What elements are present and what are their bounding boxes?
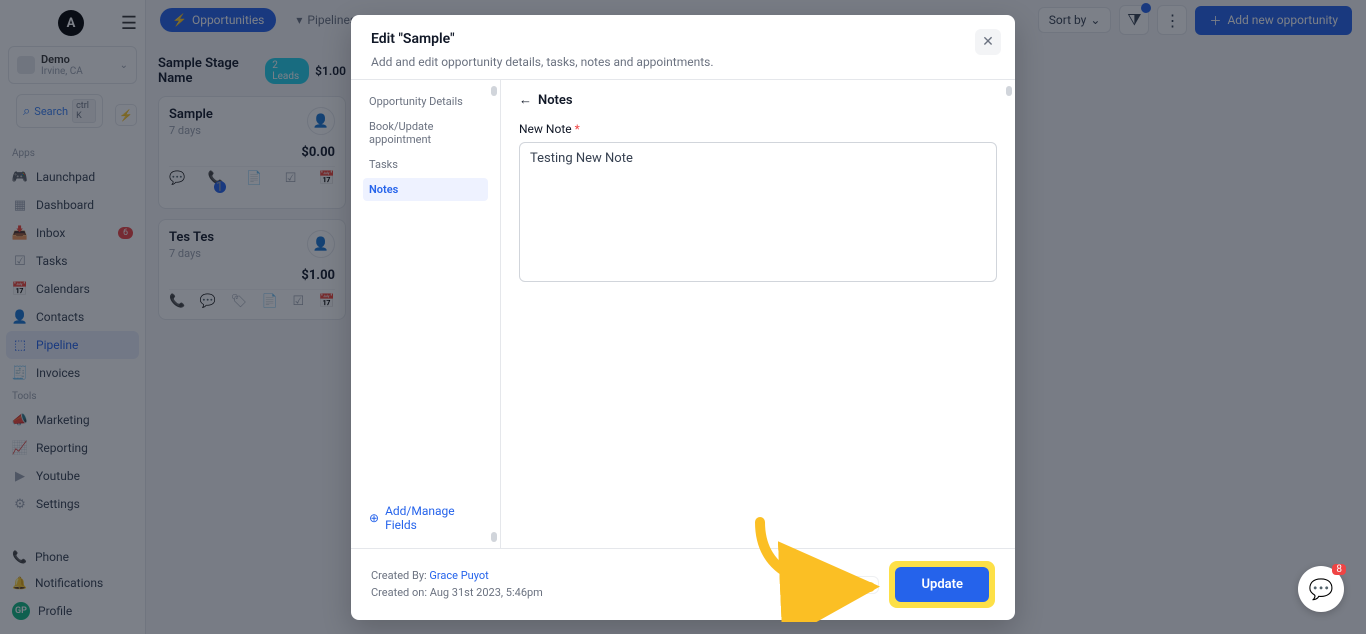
scrollbar-bottom-icon[interactable]	[491, 532, 497, 542]
tab-notes[interactable]: Notes	[363, 178, 488, 201]
modal-subtitle: Add and edit opportunity details, tasks,…	[371, 55, 995, 69]
tab-tasks[interactable]: Tasks	[363, 153, 488, 176]
close-button[interactable]: ✕	[975, 29, 1001, 55]
created-by-label: Created By:	[371, 569, 427, 582]
cancel-button[interactable]	[841, 576, 879, 594]
update-button[interactable]: Update	[895, 567, 989, 602]
new-note-textarea[interactable]	[519, 142, 997, 282]
new-note-label: New Note *	[519, 122, 997, 136]
chat-badge: 8	[1332, 564, 1346, 575]
modal-content: ← Notes New Note *	[501, 80, 1015, 548]
modal-tabs: Opportunity Details Book/Update appointm…	[351, 80, 501, 548]
add-manage-fields-link[interactable]: ⊕ Add/Manage Fields	[363, 498, 488, 538]
tab-book-appointment[interactable]: Book/Update appointment	[363, 115, 488, 151]
chat-icon: 💬	[1309, 577, 1334, 601]
modal-title: Edit "Sample"	[371, 31, 995, 47]
modal-footer: Created By: Grace Puyot Created on: Aug …	[351, 549, 1015, 620]
plus-circle-icon: ⊕	[369, 511, 379, 525]
edit-opportunity-modal: Edit "Sample" Add and edit opportunity d…	[351, 15, 1015, 620]
created-on-label: Created on:	[371, 586, 427, 599]
section-title-row: ← Notes	[519, 92, 997, 108]
back-arrow-icon[interactable]: ←	[519, 92, 532, 108]
modal-body: Opportunity Details Book/Update appointm…	[351, 79, 1015, 549]
close-icon: ✕	[982, 34, 994, 50]
link-label: Add/Manage Fields	[385, 504, 482, 532]
tab-opportunity-details[interactable]: Opportunity Details	[363, 90, 488, 113]
update-highlight-frame: Update	[889, 561, 995, 608]
created-by-link[interactable]: Grace Puyot	[429, 569, 488, 582]
required-asterisk: *	[575, 122, 580, 136]
chat-fab[interactable]: 💬 8	[1298, 566, 1344, 612]
scrollbar-top-icon[interactable]	[491, 86, 497, 96]
section-title: Notes	[538, 93, 573, 108]
content-scrollbar-icon[interactable]	[1006, 86, 1012, 96]
modal-header: Edit "Sample" Add and edit opportunity d…	[351, 15, 1015, 79]
created-on-value: Aug 31st 2023, 5:46pm	[430, 586, 543, 599]
meta-info: Created By: Grace Puyot Created on: Aug …	[371, 568, 543, 601]
